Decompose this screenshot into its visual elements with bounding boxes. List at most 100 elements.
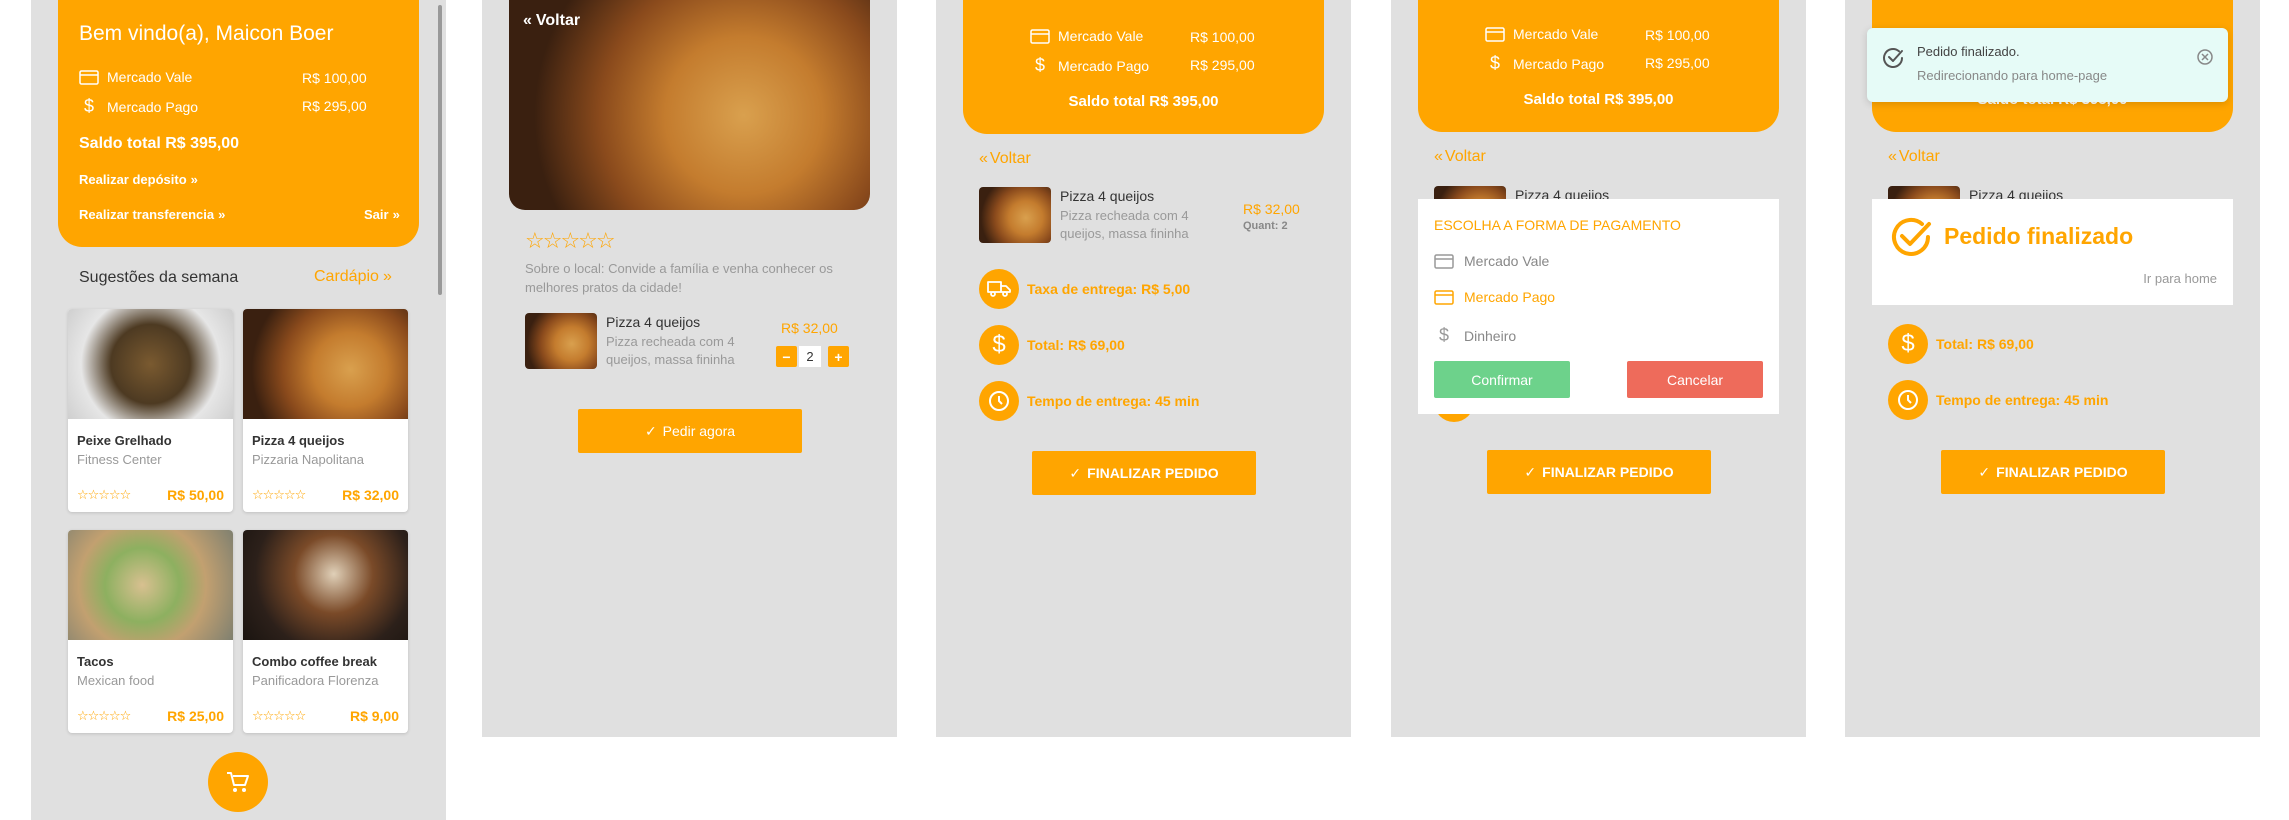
back-label: Voltar xyxy=(989,150,1031,167)
check-circle-icon xyxy=(1883,48,1903,68)
order-total: Total: R$ 69,00 xyxy=(1936,336,2034,352)
product-name: Peixe Grelhado xyxy=(77,433,172,448)
increase-quantity-button[interactable]: + xyxy=(828,346,849,367)
finish-order-button[interactable]: ✓ FINALIZAR PEDIDO xyxy=(1032,451,1256,495)
finish-order-label: FINALIZAR PEDIDO xyxy=(1542,464,1674,480)
credit-card-icon xyxy=(1434,253,1454,269)
product-image xyxy=(243,309,408,419)
logout-link[interactable]: Sair» xyxy=(364,207,400,222)
account-label: Mercado Vale xyxy=(1513,26,1599,42)
chevrons-left-icon: « xyxy=(1434,148,1443,165)
quantity-value[interactable]: 2 xyxy=(799,346,821,367)
product-card[interactable]: Peixe Grelhado Fitness Center ☆☆☆☆☆ R$ 5… xyxy=(68,309,233,512)
order-now-label: Pedir agora xyxy=(662,423,736,439)
finish-order-label: FINALIZAR PEDIDO xyxy=(1087,465,1219,481)
balance-card: Mercado Vale R$ 100,00 $ Mercado Pago R$… xyxy=(1418,0,1779,132)
go-home-link[interactable]: Ir para home xyxy=(2143,271,2217,286)
confirm-button[interactable]: Confirmar xyxy=(1434,361,1570,398)
item-name: Pizza 4 queijos xyxy=(1060,188,1155,204)
transfer-link[interactable]: Realizar transferencia» xyxy=(79,207,225,222)
payment-option-dinheiro[interactable]: $ Dinheiro xyxy=(1434,325,1516,346)
back-link[interactable]: «Voltar xyxy=(979,150,1031,168)
modal-title: ESCOLHA A FORMA DE PAGAMENTO xyxy=(1434,217,1681,233)
time-icon-badge xyxy=(979,381,1019,421)
delivery-time: Tempo de entrega: 45 min xyxy=(1936,392,2109,408)
chevrons-left-icon: « xyxy=(523,12,532,29)
account-value: R$ 100,00 xyxy=(1190,29,1255,45)
rating-stars[interactable]: ☆☆☆☆☆ xyxy=(77,487,131,503)
payment-option-mercado-vale[interactable]: Mercado Vale xyxy=(1434,253,1549,269)
account-row: Mercado Vale xyxy=(1030,28,1143,44)
restaurant-detail-screen: «Voltar ☆☆☆☆☆ Sobre o local: Convide a f… xyxy=(482,0,897,737)
product-place: Mexican food xyxy=(77,673,155,688)
credit-card-icon xyxy=(79,69,99,85)
payment-option-label: Mercado Vale xyxy=(1464,253,1550,269)
back-link[interactable]: «Voltar xyxy=(1888,148,1940,166)
toast-notification: Pedido finalizado. Redirecionando para h… xyxy=(1867,28,2228,102)
section-title: Sugestões da semana xyxy=(79,269,239,286)
total-icon-badge: $ xyxy=(1888,324,1928,364)
item-image xyxy=(979,187,1051,243)
product-card[interactable]: Tacos Mexican food ☆☆☆☆☆ R$ 25,00 xyxy=(68,530,233,733)
chevrons-right-icon: » xyxy=(382,268,392,285)
cancel-button[interactable]: Cancelar xyxy=(1627,361,1763,398)
deposit-label: Realizar depósito xyxy=(79,172,187,187)
product-card[interactable]: Pizza 4 queijos Pizzaria Napolitana ☆☆☆☆… xyxy=(243,309,408,512)
dollar-icon: $ xyxy=(1489,53,1500,73)
rating-stars[interactable]: ☆☆☆☆☆ xyxy=(252,708,306,724)
product-price: R$ 50,00 xyxy=(167,487,224,503)
deposit-link[interactable]: Realizar depósito» xyxy=(79,172,198,187)
delivery-icon-badge xyxy=(979,269,1019,309)
payment-option-mercado-pago[interactable]: Mercado Pago xyxy=(1434,289,1555,305)
payment-option-label: Dinheiro xyxy=(1464,327,1517,344)
decrease-quantity-button[interactable]: − xyxy=(776,346,797,367)
menu-link[interactable]: Cardápio» xyxy=(314,268,392,286)
chevrons-left-icon: « xyxy=(979,150,988,167)
rating-stars[interactable]: ☆☆☆☆☆ xyxy=(252,487,306,503)
item-quantity: Quant: 2 xyxy=(1243,220,1288,232)
back-link[interactable]: «Voltar xyxy=(523,12,580,30)
chevrons-right-icon: » xyxy=(190,172,198,187)
item-description: Pizza recheada com 4 queijos, massa fini… xyxy=(1060,208,1189,241)
menu-link-label: Cardápio xyxy=(314,268,379,285)
finish-order-button[interactable]: ✓ FINALIZAR PEDIDO xyxy=(1487,450,1711,494)
dollar-icon: $ xyxy=(992,331,1006,358)
chevrons-left-icon: « xyxy=(1888,148,1897,165)
finish-order-button[interactable]: ✓ FINALIZAR PEDIDO xyxy=(1941,450,2165,494)
balance-card: Mercado Vale R$ 100,00 $ Mercado Pago R$… xyxy=(963,0,1324,134)
account-label: Mercado Pago xyxy=(107,98,199,115)
close-icon[interactable] xyxy=(2196,48,2214,66)
scrollbar[interactable] xyxy=(438,5,442,295)
cart-screen: Mercado Vale R$ 100,00 $ Mercado Pago R$… xyxy=(936,0,1351,737)
rating-stars[interactable]: ☆☆☆☆☆ xyxy=(525,228,616,254)
item-price: R$ 32,00 xyxy=(1243,201,1300,217)
logout-label: Sair xyxy=(364,207,389,222)
account-row: Mercado Vale xyxy=(79,69,192,85)
total-balance: Saldo total R$ 395,00 xyxy=(79,135,240,152)
rating-stars[interactable]: ☆☆☆☆☆ xyxy=(77,708,131,724)
item-image xyxy=(525,313,597,369)
check-icon: ✓ xyxy=(1524,463,1537,480)
account-row: $ Mercado Pago xyxy=(1485,53,1604,74)
order-now-button[interactable]: ✓ Pedir agora xyxy=(578,409,802,453)
payment-screen: Mercado Vale R$ 100,00 $ Mercado Pago R$… xyxy=(1391,0,1806,737)
account-value: R$ 295,00 xyxy=(302,98,367,114)
total-icon-badge: $ xyxy=(979,325,1019,365)
back-link[interactable]: «Voltar xyxy=(1434,148,1486,166)
greeting: Bem vindo(a), Maicon Boer xyxy=(79,22,334,45)
chevrons-right-icon: » xyxy=(392,207,400,222)
account-row: Mercado Vale xyxy=(1485,26,1598,42)
check-icon: ✓ xyxy=(644,422,657,439)
account-label: Mercado Pago xyxy=(1513,55,1605,72)
dollar-icon: $ xyxy=(1034,55,1045,75)
account-value: R$ 295,00 xyxy=(1645,55,1710,71)
product-card[interactable]: Combo coffee break Panificadora Florenza… xyxy=(243,530,408,733)
about-text: Sobre o local: Convide a família e venha… xyxy=(525,261,833,295)
toast-message: Redirecionando para home-page xyxy=(1917,68,2108,83)
back-label: Voltar xyxy=(1444,148,1486,165)
finish-order-label: FINALIZAR PEDIDO xyxy=(1996,464,2128,480)
cart-button[interactable] xyxy=(208,752,268,812)
total-balance: Saldo total R$ 395,00 xyxy=(1523,91,1674,108)
time-icon-badge xyxy=(1888,380,1928,420)
account-value: R$ 100,00 xyxy=(302,70,367,86)
